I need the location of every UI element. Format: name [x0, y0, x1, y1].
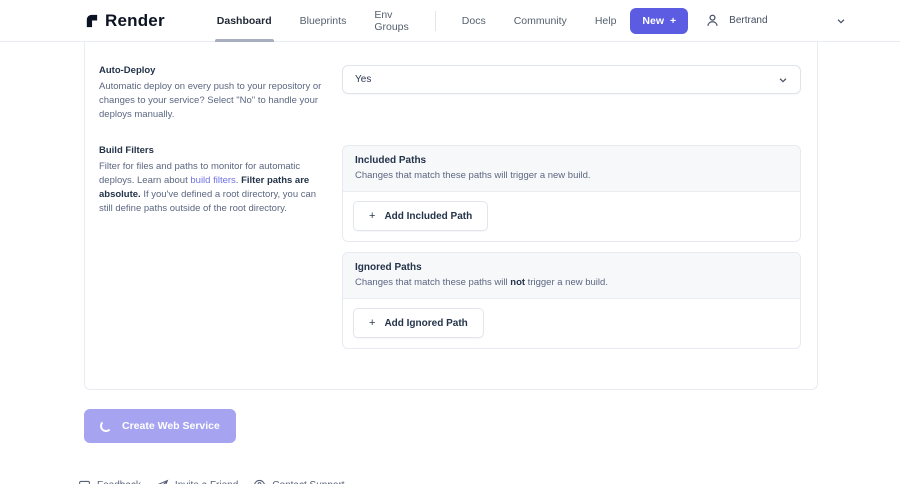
feedback-link[interactable]: Feedback: [78, 479, 141, 484]
contact-support-label: Contact Support: [272, 480, 344, 484]
footer-links: Feedback Invite a Friend Contact Support: [78, 479, 900, 484]
ignored-paths-desc-text: trigger a new build.: [525, 277, 608, 288]
ignored-paths-body: + Add Ignored Path: [343, 299, 800, 348]
auto-deploy-select[interactable]: Yes: [342, 65, 801, 94]
auto-deploy-select-value: Yes: [355, 74, 371, 85]
add-included-path-label: Add Included Path: [384, 211, 472, 222]
top-nav: Render Dashboard Blueprints Env Groups D…: [0, 0, 900, 42]
paper-plane-icon: [156, 479, 169, 484]
feedback-label: Feedback: [97, 480, 141, 484]
question-circle-icon: [253, 479, 266, 484]
feedback-bubble-icon: [78, 479, 91, 484]
new-button-label: New: [642, 15, 664, 27]
create-web-service-button[interactable]: Create Web Service: [84, 409, 236, 443]
auto-deploy-section: Auto-Deploy Automatic deploy on every pu…: [85, 42, 817, 122]
plus-icon: +: [670, 15, 676, 27]
build-filters-title: Build Filters: [99, 145, 327, 156]
header-right: New + Bertrand: [630, 8, 845, 34]
invite-a-friend-link[interactable]: Invite a Friend: [156, 479, 238, 484]
nav-divider: [435, 11, 436, 31]
add-included-path-button[interactable]: + Add Included Path: [353, 201, 488, 231]
build-filters-info: Build Filters Filter for files and paths…: [99, 145, 327, 349]
ignored-paths-description: Changes that match these paths will not …: [355, 277, 788, 288]
nav-item-community[interactable]: Community: [500, 0, 581, 42]
loading-spinner-icon: [100, 420, 112, 432]
auto-deploy-info: Auto-Deploy Automatic deploy on every pu…: [99, 65, 327, 122]
included-paths-title: Included Paths: [355, 155, 788, 166]
render-logo-icon: [84, 13, 99, 28]
user-menu[interactable]: Bertrand: [704, 12, 767, 29]
nav-item-env-groups[interactable]: Env Groups: [360, 0, 423, 42]
ignored-paths-desc-bold: not: [510, 277, 525, 288]
invite-a-friend-label: Invite a Friend: [175, 480, 238, 484]
ignored-paths-title: Ignored Paths: [355, 262, 788, 273]
create-web-service-label: Create Web Service: [122, 420, 220, 432]
nav-item-help[interactable]: Help: [581, 0, 631, 42]
included-paths-body: + Add Included Path: [343, 192, 800, 241]
render-logo[interactable]: Render: [84, 11, 165, 31]
primary-nav: Dashboard Blueprints Env Groups Docs Com…: [203, 0, 631, 42]
nav-item-blueprints[interactable]: Blueprints: [286, 0, 361, 42]
ignored-paths-desc-text: Changes that match these paths will: [355, 277, 510, 288]
nav-item-dashboard[interactable]: Dashboard: [203, 0, 286, 42]
user-name: Bertrand: [729, 15, 767, 26]
chevron-down-icon: [778, 75, 788, 85]
included-paths-header: Included Paths Changes that match these …: [343, 146, 800, 192]
contact-support-link[interactable]: Contact Support: [253, 479, 344, 484]
new-button[interactable]: New +: [630, 8, 688, 34]
person-icon: [704, 12, 721, 29]
service-settings-card: Auto-Deploy Automatic deploy on every pu…: [84, 42, 818, 390]
ignored-paths-header: Ignored Paths Changes that match these p…: [343, 253, 800, 299]
logo-text: Render: [105, 11, 165, 31]
ignored-paths-panel: Ignored Paths Changes that match these p…: [342, 252, 801, 349]
included-paths-panel: Included Paths Changes that match these …: [342, 145, 801, 242]
build-filters-description: Filter for files and paths to monitor fo…: [99, 160, 327, 216]
nav-item-docs[interactable]: Docs: [448, 0, 500, 42]
build-filters-link[interactable]: build filters: [190, 175, 235, 186]
build-filters-section: Build Filters Filter for files and paths…: [85, 122, 817, 389]
auto-deploy-description: Automatic deploy on every push to your r…: [99, 80, 327, 122]
chevron-down-icon[interactable]: [836, 16, 846, 26]
auto-deploy-title: Auto-Deploy: [99, 65, 327, 76]
add-ignored-path-button[interactable]: + Add Ignored Path: [353, 308, 484, 338]
included-paths-description: Changes that match these paths will trig…: [355, 170, 788, 181]
add-ignored-path-label: Add Ignored Path: [384, 318, 467, 329]
plus-icon: +: [369, 317, 375, 329]
plus-icon: +: [369, 210, 375, 222]
